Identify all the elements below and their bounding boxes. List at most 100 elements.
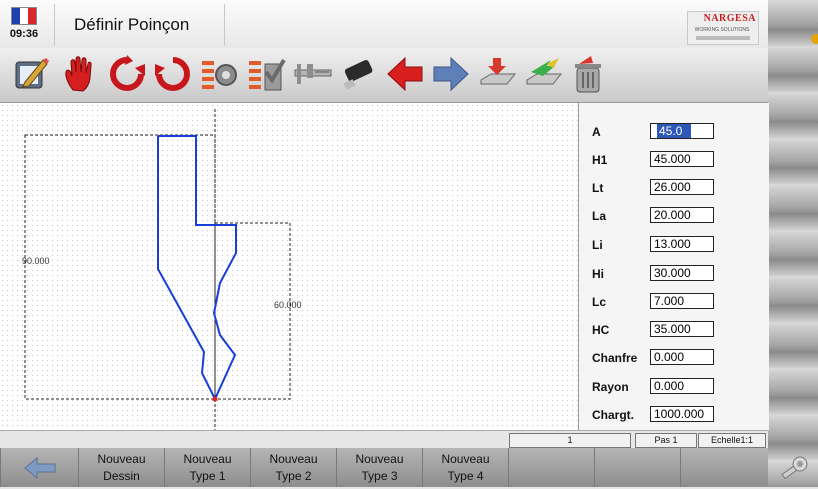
rotate-cw-icon (155, 57, 190, 91)
rotate-right-button[interactable] (152, 51, 194, 97)
param-input-la[interactable] (650, 207, 714, 223)
rotate-left-button[interactable] (106, 51, 148, 97)
settings-button[interactable] (198, 51, 240, 97)
softkey-bar: Nouveau Dessin Nouveau Type 1 Nouveau Ty… (0, 448, 768, 487)
param-input-lt[interactable] (650, 179, 714, 195)
softkey-label: Type 3 (361, 468, 398, 483)
softkey-label: Nouveau (269, 451, 318, 466)
measure-button[interactable] (292, 51, 334, 97)
param-row-lt: Lt (579, 177, 769, 203)
back-button[interactable] (0, 448, 78, 487)
param-row-hc: HC (579, 319, 769, 345)
height-dimension-label: 90.000 (22, 256, 50, 266)
empty-softkey[interactable] (680, 448, 768, 487)
language-selector[interactable]: 09:36 (6, 6, 46, 46)
save-button[interactable] (476, 51, 518, 97)
softkey-label: Type 1 (189, 468, 226, 483)
counter-field: 1 (509, 433, 631, 448)
france-flag-icon (11, 7, 37, 25)
param-row-hi: Hi (579, 263, 769, 289)
brand-logo: NARGESA WORKING SOLUTIONS (687, 11, 759, 45)
softkey-label: Nouveau (97, 451, 146, 466)
toolbar (0, 48, 768, 103)
punch-profile-outline (157, 135, 237, 402)
pan-button[interactable] (58, 51, 100, 97)
tip-marker (212, 396, 218, 402)
width-dimension-label: 60.000 (274, 300, 302, 310)
arrow-left-icon (387, 56, 423, 92)
param-input-hi[interactable] (650, 265, 714, 281)
delete-bin-icon (575, 56, 601, 93)
param-row-chargt: Chargt. (579, 404, 769, 430)
new-drawing-button[interactable]: Nouveau Dessin (78, 448, 164, 487)
validate-button[interactable] (245, 51, 287, 97)
save-tray-icon (480, 58, 517, 85)
parameter-panel: A 45.0 H1 Lt La Li Hi Lc HC Chanfre Rayo… (578, 103, 769, 430)
hand-icon (65, 56, 92, 92)
edit-drawing-button[interactable] (10, 51, 52, 97)
param-row-a: A 45.0 (579, 121, 769, 147)
header-divider (54, 4, 55, 46)
punch-profile-drawing (24, 109, 291, 430)
side-panel (768, 0, 818, 487)
param-input-rayon[interactable] (650, 378, 714, 394)
softkey-label: Dessin (103, 468, 140, 483)
param-label-li: Li (592, 238, 603, 252)
softkey-label: Nouveau (355, 451, 404, 466)
arrow-right-icon (433, 56, 469, 92)
softkey-label: Type 2 (275, 468, 312, 483)
page-title: Définir Poinçon (74, 15, 190, 34)
tools-button[interactable] (778, 452, 812, 484)
empty-softkey[interactable] (594, 448, 680, 487)
softkey-label: Nouveau (441, 451, 490, 466)
status-bar: 1 Pas 1 Echelle1:1 (0, 430, 768, 449)
brand-bar (696, 36, 750, 40)
drawing-canvas[interactable]: 90.000 60.000 (0, 103, 578, 430)
usb-export-button[interactable] (338, 51, 380, 97)
edit-drawing-icon (15, 58, 49, 89)
rotate-ccw-icon (110, 55, 145, 91)
param-label-hi: Hi (592, 267, 604, 281)
empty-softkey[interactable] (508, 448, 594, 487)
softkey-label: Nouveau (183, 451, 232, 466)
wrench-icon (781, 456, 808, 480)
brand-tagline: WORKING SOLUTIONS (694, 27, 750, 33)
new-type4-button[interactable]: Nouveau Type 4 (422, 448, 508, 487)
param-row-lc: Lc (579, 291, 769, 317)
param-row-li: Li (579, 234, 769, 260)
caliper-icon (294, 64, 332, 84)
previous-button[interactable] (384, 51, 426, 97)
param-label-lc: Lc (592, 295, 607, 309)
height-dimension-frame (24, 134, 216, 400)
check-list-icon (249, 58, 286, 91)
step-field: Pas 1 (635, 433, 697, 448)
delete-button[interactable] (566, 51, 608, 97)
back-arrow-icon (23, 456, 55, 479)
param-label-rayon: Rayon (592, 380, 629, 394)
param-label-lt: Lt (592, 181, 604, 195)
load-button[interactable] (522, 51, 564, 97)
brand-name: NARGESA (703, 13, 756, 24)
status-dot-icon (811, 34, 818, 44)
param-selected-value: 45.0 (657, 124, 691, 138)
param-row-rayon: Rayon (579, 376, 769, 402)
param-input-chanfre[interactable] (650, 349, 714, 365)
softkey-label: Type 4 (447, 468, 484, 483)
param-label-chargt: Chargt. (592, 408, 634, 422)
usb-drive-icon (343, 60, 373, 90)
new-type1-button[interactable]: Nouveau Type 1 (164, 448, 250, 487)
param-label-a: A (592, 125, 601, 139)
header-divider (224, 4, 225, 46)
header-bar: 09:36 Définir Poinçon NARGESA WORKING SO… (0, 0, 768, 49)
param-label-hc: HC (592, 323, 610, 337)
param-input-lc[interactable] (650, 293, 714, 309)
load-tray-icon (526, 58, 563, 85)
param-label-la: La (592, 209, 607, 223)
new-type2-button[interactable]: Nouveau Type 2 (250, 448, 336, 487)
next-button[interactable] (430, 51, 472, 97)
param-input-hc[interactable] (650, 321, 714, 337)
param-input-li[interactable] (650, 236, 714, 252)
param-input-h1[interactable] (650, 151, 714, 167)
param-input-chargt[interactable] (650, 406, 714, 422)
new-type3-button[interactable]: Nouveau Type 3 (336, 448, 422, 487)
